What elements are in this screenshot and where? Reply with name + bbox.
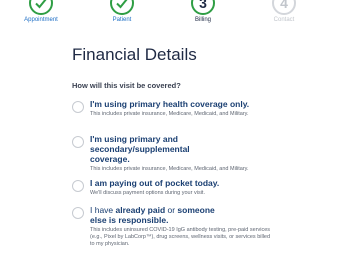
- progress-stepper: Appointment Patient 3 Billing 4 Contact: [0, 0, 345, 34]
- step-contact: 4 Contact: [254, 0, 314, 23]
- check-icon: [110, 0, 134, 15]
- title-emphasis: already paid: [115, 205, 166, 215]
- step-number-badge: 4: [272, 0, 296, 15]
- step-label: Appointment: [24, 17, 58, 23]
- step-label: Contact: [273, 17, 295, 23]
- step-number: 4: [280, 0, 288, 11]
- radio-button[interactable]: [72, 207, 84, 219]
- step-billing: 3 Billing: [173, 0, 233, 23]
- title-text: I have: [90, 205, 116, 215]
- page-title: Financial Details: [72, 45, 197, 64]
- step-label: Patient: [112, 17, 132, 23]
- option-description: This includes private insurance, Medicar…: [90, 111, 249, 117]
- option-title: I'm using primary health coverage only.: [90, 99, 250, 109]
- step-label: Billing: [194, 17, 211, 23]
- step-number: 3: [199, 0, 207, 11]
- check-icon: [29, 0, 53, 15]
- option-title: I am paying out of pocket today.: [90, 178, 220, 188]
- radio-button[interactable]: [72, 101, 84, 113]
- option-title: I'm using primary and secondary/suppleme…: [90, 134, 190, 164]
- option-primary-coverage[interactable]: I'm using primary health coverage only. …: [72, 99, 272, 118]
- coverage-question: How will this visit be covered?: [72, 81, 181, 90]
- step-appointment[interactable]: Appointment: [11, 0, 71, 23]
- option-secondary-coverage[interactable]: I'm using primary and secondary/suppleme…: [72, 134, 272, 173]
- title-text: or: [165, 205, 178, 215]
- step-number-badge: 3: [191, 0, 215, 15]
- option-out-of-pocket[interactable]: I am paying out of pocket today. We'll d…: [72, 178, 272, 197]
- option-description: This includes private insurance, Medicar…: [90, 166, 249, 172]
- radio-button[interactable]: [72, 180, 84, 192]
- radio-button[interactable]: [72, 136, 84, 148]
- option-title: I have already paid or someone else is r…: [90, 205, 220, 225]
- option-description: We'll discuss payment options during you…: [90, 190, 205, 196]
- step-patient[interactable]: Patient: [92, 0, 152, 23]
- option-description: This includes uninsured COVID-19 IgG ant…: [90, 227, 271, 247]
- option-already-paid[interactable]: I have already paid or someone else is r…: [72, 205, 272, 248]
